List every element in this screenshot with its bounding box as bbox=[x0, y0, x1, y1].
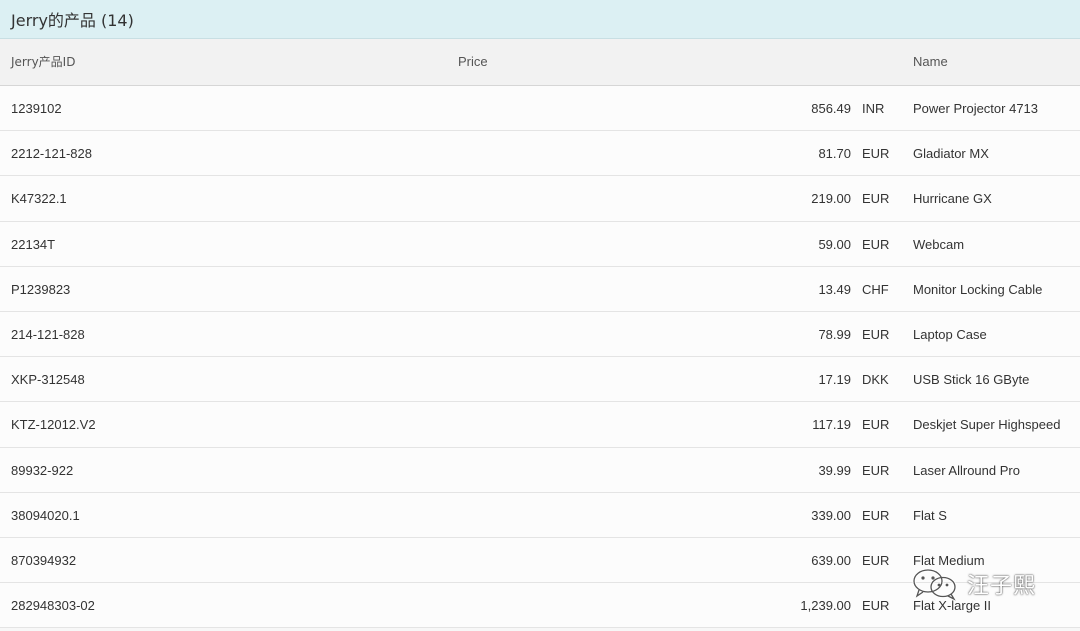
table-row[interactable]: 282948303-02 1,239.00 EUR Flat X-large II bbox=[0, 583, 1080, 629]
product-id-cell: P1239823 bbox=[11, 281, 71, 297]
product-name-cell: Power Projector 4713 bbox=[913, 101, 1039, 116]
price-amount-cell: 39.99 bbox=[818, 462, 851, 478]
table-header: Jerry产品ID Price Name bbox=[0, 39, 1080, 86]
price-amount-cell: 17.19 bbox=[818, 372, 851, 388]
product-id-cell: XKP-312548 bbox=[11, 372, 85, 388]
product-name-cell: Webcam bbox=[913, 236, 965, 252]
table-row[interactable]: XKP-312548 17.19 DKK USB Stick 16 GByte bbox=[0, 357, 1080, 403]
product-id-cell: 2212-121-828 bbox=[11, 146, 92, 162]
products-page: Jerry的产品 (14) Jerry产品ID Price Name 12391… bbox=[0, 0, 1080, 631]
price-currency-cell: EUR bbox=[862, 462, 890, 478]
product-name-cell: Laser Allround Pro bbox=[913, 462, 1020, 478]
table-row[interactable]: 22134T 59.00 EUR Webcam bbox=[0, 221, 1080, 267]
column-header-id[interactable]: Jerry产品ID bbox=[11, 39, 75, 85]
price-currency-cell: CHF bbox=[862, 281, 889, 297]
table-row[interactable]: K47322.1 219.00 EUR Hurricane GX bbox=[0, 176, 1080, 222]
price-currency-cell: EUR bbox=[862, 507, 890, 523]
price-amount-cell: 339.00 bbox=[811, 507, 851, 523]
price-amount-cell: 639.00 bbox=[811, 552, 851, 568]
product-id-cell: 89932-922 bbox=[11, 462, 74, 478]
price-amount-cell: 78.99 bbox=[818, 326, 851, 342]
table-title: Jerry的产品 (14) bbox=[11, 11, 134, 30]
price-currency-cell: EUR bbox=[862, 598, 890, 614]
table-toolbar: Jerry的产品 (14) bbox=[0, 0, 1080, 39]
price-amount-cell: 219.00 bbox=[811, 191, 851, 207]
column-header-name[interactable]: Name bbox=[913, 39, 948, 85]
price-amount-cell: 856.49 bbox=[811, 101, 851, 116]
product-name-cell: Gladiator MX bbox=[913, 146, 989, 162]
price-currency-cell: EUR bbox=[862, 417, 890, 433]
table-row[interactable]: 1239102 856.49 INR Power Projector 4713 bbox=[0, 86, 1080, 132]
table-row[interactable]: 870394932 639.00 EUR Flat Medium bbox=[0, 537, 1080, 584]
table-row[interactable]: 214-121-828 78.99 EUR Laptop Case bbox=[0, 311, 1080, 358]
product-name-cell: Flat S bbox=[913, 507, 947, 523]
price-amount-cell: 1,239.00 bbox=[800, 598, 851, 614]
price-currency-cell: EUR bbox=[862, 191, 890, 207]
product-name-cell: Flat Medium bbox=[913, 552, 985, 568]
table-body: 1239102 856.49 INR Power Projector 4713 2212… bbox=[0, 86, 1080, 629]
price-amount-cell: 59.00 bbox=[818, 236, 851, 252]
product-name-cell: Deskjet Super Highspeed bbox=[913, 417, 1061, 433]
table-row[interactable]: 38094020.1 339.00 EUR Flat S bbox=[0, 492, 1080, 538]
price-amount-cell: 117.19 bbox=[812, 417, 851, 433]
product-name-cell: Laptop Case bbox=[913, 326, 987, 342]
table-row[interactable]: P1239823 13.49 CHF Monitor Locking Cable bbox=[0, 266, 1080, 312]
product-id-cell: K47322.1 bbox=[11, 191, 67, 207]
product-name-cell: Flat X-large II bbox=[913, 598, 992, 614]
product-id-cell: 22134T bbox=[11, 236, 56, 252]
table-row[interactable]: KTZ-12012.V2 117.19 EUR Deskjet Super Highs… bbox=[0, 402, 1080, 448]
price-currency-cell: EUR bbox=[862, 552, 890, 568]
product-name-cell: Hurricane GX bbox=[913, 191, 992, 207]
price-currency-cell: DKK bbox=[862, 372, 889, 388]
product-id-cell: 282948303-02 bbox=[11, 598, 95, 614]
price-currency-cell: EUR bbox=[862, 236, 890, 252]
price-currency-cell: EUR bbox=[862, 326, 890, 342]
product-name-cell: USB Stick 16 GByte bbox=[913, 372, 1030, 388]
product-name-cell: Monitor Locking Cable bbox=[913, 281, 1043, 297]
product-id-cell: 1239102 bbox=[11, 101, 62, 116]
price-amount-cell: 81.70 bbox=[818, 146, 851, 162]
table-row[interactable]: 89932-922 39.99 EUR Laser Allround Pro bbox=[0, 447, 1080, 493]
product-id-cell: 38094020.1 bbox=[11, 507, 80, 523]
product-id-cell: 870394932 bbox=[11, 552, 77, 568]
price-currency-cell: INR bbox=[862, 101, 885, 116]
price-currency-cell: EUR bbox=[862, 146, 890, 162]
product-id-cell: 214-121-828 bbox=[11, 326, 85, 342]
price-amount-cell: 13.49 bbox=[818, 281, 851, 297]
column-header-price[interactable]: Price bbox=[458, 39, 488, 85]
product-id-cell: KTZ-12012.V2 bbox=[11, 417, 96, 433]
table-row[interactable]: 2212-121-828 81.70 EUR Gladiator MX bbox=[0, 131, 1080, 177]
